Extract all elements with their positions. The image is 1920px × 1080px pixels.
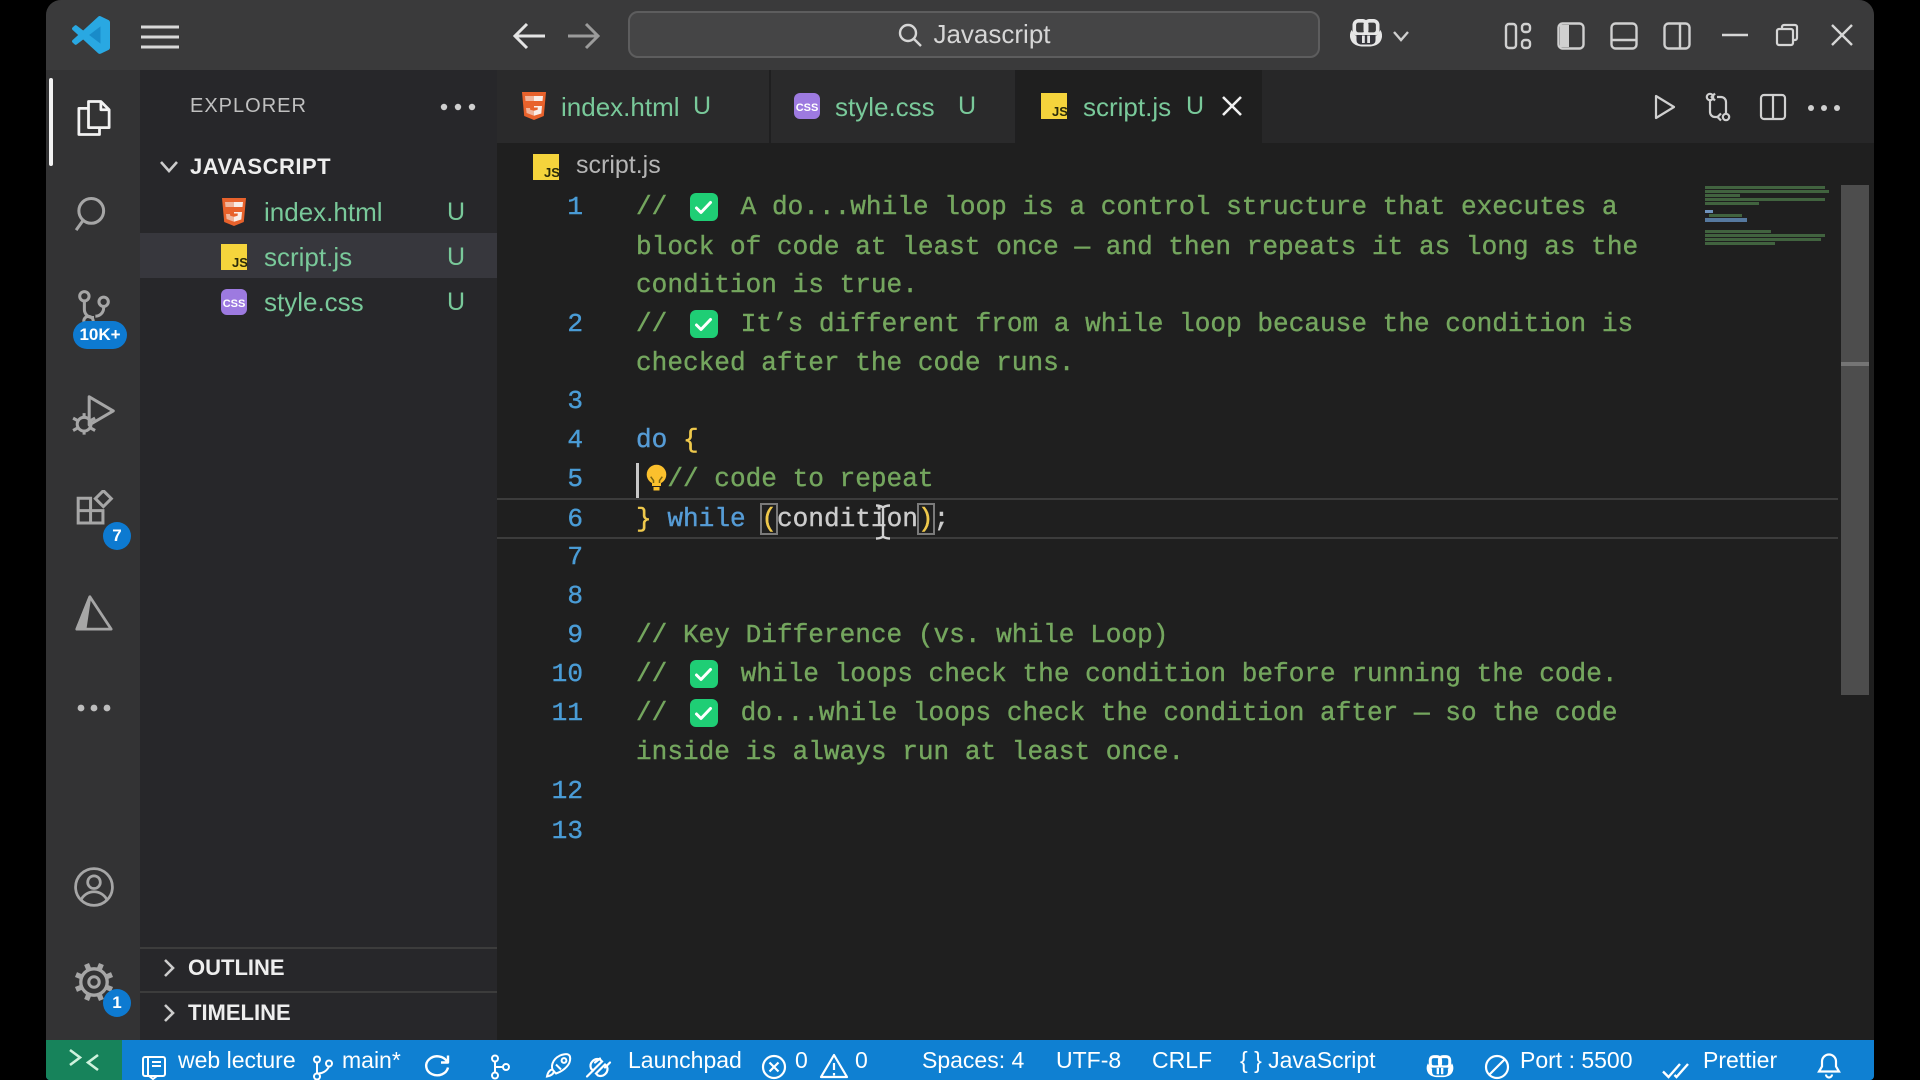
svg-text:JS: JS	[1052, 104, 1068, 119]
svg-text:CSS: CSS	[223, 298, 246, 310]
svg-text:JS: JS	[544, 165, 560, 180]
svg-text:JS: JS	[232, 255, 248, 270]
svg-text:CSS: CSS	[796, 102, 819, 114]
